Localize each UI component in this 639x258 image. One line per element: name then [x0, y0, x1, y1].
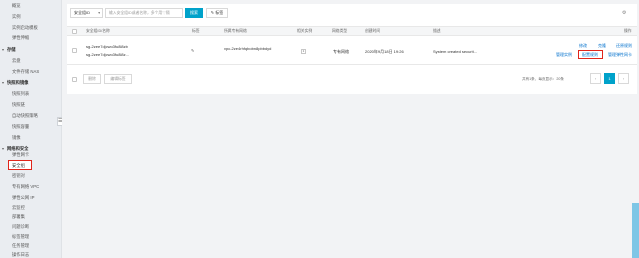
sidebar-item-label: 存储 — [7, 47, 16, 52]
main-area: 安全组ID ▾ 输入安全组ID或者名称，多个用","隔 搜索 ✎ 标签 ⚙ 安全… — [62, 0, 639, 258]
page-1-button[interactable]: 1 — [604, 73, 615, 84]
column-header-description: 描述 — [433, 29, 441, 33]
sidebar-item-label: 快照列表 — [12, 91, 30, 96]
sidebar-item-4[interactable]: ▾ 存储 — [0, 45, 62, 54]
sidebar-item-label: 云盘 — [12, 58, 21, 63]
table-footer: 删除 编辑标签 共有1条，每页显示：20条 ‹ 1 › — [67, 70, 637, 88]
sidebar-item-label: 自动快照策略 — [12, 113, 38, 118]
sidebar-item-label: 快照链 — [12, 102, 25, 107]
manage-instances-link[interactable]: 管理实例 — [556, 52, 572, 58]
chevron-down-icon: ▾ — [98, 11, 100, 15]
search-field-select-value: 安全组ID — [74, 10, 90, 15]
sidebar: 概览实例实例启动模板 弹性伸缩 ▾ 存储云盘文件存储 NAS ▾ 快照和镜像快照列表快照链… — [0, 0, 62, 258]
security-group-id[interactable]: sg-2zee7djcwo3fu8l8zb — [86, 44, 128, 49]
sidebar-item-label: 操作日志 — [12, 252, 30, 257]
sidebar-item-20[interactable]: 部署集 — [0, 212, 62, 221]
tag-filter-label: 标签 — [215, 10, 224, 15]
console-window: 概览 实例 实例启动模板 弹性伸缩 ▾ 存储 云盘 文件存储 NAS ▾ 快照和镜像 快照列表 快照链… — [0, 0, 639, 258]
select-all-checkbox[interactable] — [72, 29, 77, 34]
sidebar-item-label: 任务管理 — [12, 243, 30, 248]
created-time: 2020年9月18日 19:26 — [365, 49, 404, 54]
search-field-select[interactable]: 安全组ID ▾ — [70, 8, 103, 18]
sidebar-item-label: 部署集 — [12, 214, 25, 219]
clone-link[interactable]: 克隆 — [598, 43, 606, 49]
sidebar-item-label: 云监控 — [12, 205, 25, 210]
sidebar-item-3[interactable]: 弹性伸缩 — [0, 33, 62, 42]
edit-tags-button[interactable]: 编辑标签 — [104, 74, 132, 84]
column-header-id: 安全组ID/名称 — [86, 29, 110, 33]
sidebar-item-7[interactable]: ▾ 快照和镜像 — [0, 78, 62, 87]
sidebar-item-1[interactable]: 实例 — [0, 12, 62, 21]
instance-count[interactable]: 1 — [301, 49, 306, 54]
sidebar-item-label: 实例启动模板 — [12, 25, 38, 30]
sidebar-item-16[interactable]: 密钥对 — [0, 171, 62, 180]
vpc-id[interactable]: vpc-2ze4rhfqbobn8pbbdyd — [224, 46, 271, 51]
footer-select-all-checkbox[interactable] — [72, 77, 77, 82]
sidebar-item-9[interactable]: 快照链 — [0, 100, 62, 109]
tag-icon: ✎ — [210, 10, 215, 15]
sidebar-item-label: 安全组 — [12, 163, 25, 168]
sidebar-item-19[interactable]: 云监控 — [0, 203, 62, 212]
sidebar-item-12[interactable]: 镜像 — [0, 133, 62, 142]
edit-tag-icon[interactable]: ✎ — [191, 48, 194, 53]
column-header-instances: 相关实例 — [297, 29, 313, 33]
modify-link[interactable]: 修改 — [579, 43, 587, 49]
restore-rules-link[interactable]: 还原规则 — [616, 43, 632, 49]
security-group-name: sg-2zee7djcwo3fu8l8z... — [86, 52, 129, 57]
sidebar-item-5[interactable]: 云盘 — [0, 56, 62, 65]
sidebar-item-14[interactable]: 弹性网卡 — [0, 150, 62, 159]
pagination-info: 共有1条，每页显示：20条 — [522, 77, 564, 81]
table-header: 安全组ID/名称 标签 所属专有网络 相关实例 网络类型 创建时间 描述 操作 — [67, 26, 637, 36]
sidebar-item-label: 实例 — [12, 14, 21, 19]
sidebar-item-22[interactable]: 标签管理 — [0, 232, 62, 241]
sidebar-item-10[interactable]: 自动快照策略 — [0, 111, 62, 120]
search-button[interactable]: 搜索 — [185, 8, 203, 18]
sidebar-item-18[interactable]: 弹性公网 IP — [0, 193, 62, 202]
sidebar-item-6[interactable]: 文件存储 NAS — [0, 67, 62, 76]
manage-enis-link[interactable]: 管理弹性网卡 — [608, 52, 632, 58]
sidebar-item-label: 快照和镜像 — [7, 80, 29, 85]
floating-help-strip[interactable] — [632, 203, 639, 258]
sidebar-item-label: 密钥对 — [12, 173, 25, 178]
sidebar-item-17[interactable]: 专有网络 VPC — [0, 182, 62, 191]
column-header-actions: 操作 — [624, 29, 632, 33]
sidebar-item-24[interactable]: 操作日志 — [0, 250, 62, 258]
sidebar-item-label: 专有网络 VPC — [12, 184, 40, 189]
column-header-tags: 标签 — [192, 29, 200, 33]
sidebar-item-21[interactable]: 问题诊断 — [0, 222, 62, 231]
configure-rules-highlight — [578, 50, 603, 59]
gear-icon[interactable]: ⚙ — [622, 10, 626, 16]
sidebar-item-11[interactable]: 快照容量 — [0, 122, 62, 131]
prev-page-button[interactable]: ‹ — [590, 73, 601, 84]
tag-filter-button[interactable]: ✎ 标签 — [206, 8, 228, 18]
column-header-network-type: 网络类型 — [332, 29, 348, 33]
sidebar-item-label: 问题诊断 — [12, 224, 30, 229]
sidebar-item-label: 镜像 — [12, 135, 21, 140]
sidebar-item-label: 概览 — [12, 3, 21, 8]
row-checkbox[interactable] — [72, 48, 77, 53]
sidebar-item-15[interactable]: 安全组 — [8, 160, 32, 170]
description: System created securit... — [433, 49, 478, 54]
sidebar-item-8[interactable]: 快照列表 — [0, 89, 62, 98]
sidebar-item-0[interactable]: 概览 — [0, 1, 62, 10]
sidebar-item-label: 标签管理 — [12, 234, 30, 239]
sidebar-item-label: 文件存储 NAS — [12, 69, 40, 74]
security-group-panel: 安全组ID ▾ 输入安全组ID或者名称，多个用","隔 搜索 ✎ 标签 ⚙ 安全… — [67, 4, 637, 94]
toolbar: 安全组ID ▾ 输入安全组ID或者名称，多个用","隔 搜索 ✎ 标签 ⚙ — [67, 4, 637, 22]
table-row: sg-2zee7djcwo3fu8l8zb sg-2zee7djcwo3fu8l… — [67, 37, 637, 65]
column-header-vpc: 所属专有网络 — [224, 29, 247, 33]
delete-button[interactable]: 删除 — [83, 74, 101, 84]
network-type: 专有网络 — [333, 49, 349, 54]
sidebar-item-2[interactable]: 实例启动模板 — [0, 23, 62, 32]
sidebar-item-23[interactable]: 任务管理 — [0, 241, 62, 250]
next-page-button[interactable]: › — [618, 73, 629, 84]
sidebar-item-label: 弹性伸缩 — [12, 35, 30, 40]
sidebar-item-label: 快照容量 — [12, 124, 30, 129]
search-input[interactable]: 输入安全组ID或者名称，多个用","隔 — [105, 8, 183, 18]
sidebar-item-label: 弹性公网 IP — [12, 195, 35, 200]
sidebar-item-label: 弹性网卡 — [12, 152, 30, 157]
column-header-created: 创建时间 — [365, 29, 381, 33]
